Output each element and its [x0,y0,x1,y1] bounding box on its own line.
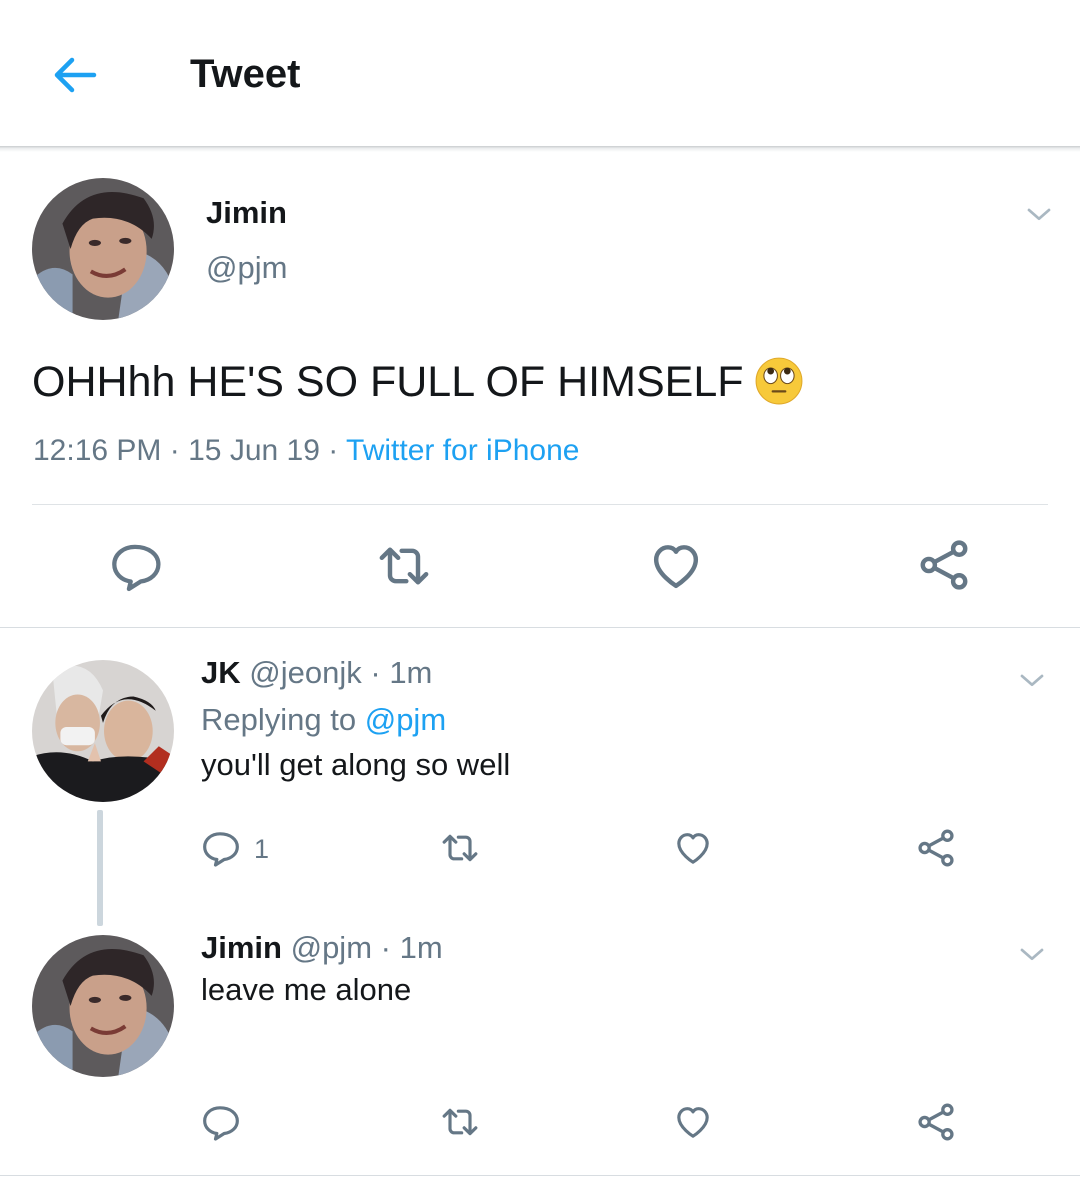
chevron-down-icon [1022,200,1056,230]
meta-separator: · [380,930,391,965]
retweet-button[interactable] [438,1102,482,1142]
section-divider [0,627,1080,628]
face-with-rolling-eyes-icon [754,356,804,406]
reply-button[interactable] [198,828,242,868]
share-button[interactable] [914,1100,958,1144]
thread-connector [97,810,103,926]
author-name[interactable]: Jimin [201,930,282,965]
reply-button[interactable] [198,1102,242,1142]
share-icon [915,827,957,869]
reply-age: 1m [389,655,433,690]
retweet-button[interactable] [438,828,482,868]
author-name[interactable]: Jimin [206,195,287,231]
reply-text: you'll get along so well [201,747,511,782]
retweet-icon [374,538,434,594]
reply-header: JK @jeonjk · 1m [201,655,432,691]
author-handle[interactable]: @pjm [291,930,372,965]
retweet-icon [438,1102,482,1142]
meta-separator: · [169,434,180,467]
tweet-time: 12:16 PM [33,434,162,467]
share-button[interactable] [914,826,958,870]
chevron-down-icon [1015,666,1049,696]
reply-icon [200,1102,240,1142]
avatar[interactable] [32,660,174,802]
divider [32,504,1048,505]
author-handle[interactable]: @jeonjk [249,655,361,690]
section-divider [0,1175,1080,1176]
header-divider [0,146,1080,152]
avatar[interactable] [32,178,174,320]
like-button[interactable] [647,538,705,594]
share-button[interactable] [916,536,972,594]
heart-icon [673,1102,713,1142]
reply-header: Jimin @pjm · 1m [201,930,443,966]
app-header [0,0,1080,148]
avatar[interactable] [32,935,174,1077]
meta-separator: · [370,655,381,690]
reply-icon [200,828,240,868]
chevron-down-icon [1015,940,1049,970]
tweet-text: OHHhh HE'S SO FULL OF HIMSELF [32,358,804,410]
replying-to-label: Replying to [201,702,357,737]
share-icon [915,1101,957,1143]
tweet-date: 15 Jun 19 [188,434,320,467]
tweet-menu-button[interactable] [1019,200,1059,230]
tweet-menu-button[interactable] [1012,666,1052,696]
like-button[interactable] [672,828,714,868]
reply-button[interactable] [106,538,164,594]
author-handle[interactable]: @pjm [206,250,287,286]
reply-count: 1 [254,834,270,864]
tweet-text-content: OHHhh HE'S SO FULL OF HIMSELF [32,358,744,406]
meta-separator: · [328,434,339,467]
reply-icon [108,539,162,593]
retweet-icon [438,828,482,868]
tweet-source-link[interactable]: Twitter for iPhone [346,434,579,467]
heart-icon [648,538,704,594]
reply-text: leave me alone [201,972,412,1007]
back-button[interactable] [46,50,102,100]
like-button[interactable] [672,1102,714,1142]
retweet-button[interactable] [374,538,434,594]
share-icon [916,537,972,593]
page-title: Tweet [190,52,301,96]
reply-age: 1m [399,930,443,965]
arrow-left-icon [54,57,97,93]
replying-to-handle[interactable]: @pjm [365,702,446,737]
tweet-menu-button[interactable] [1012,940,1052,970]
author-name[interactable]: JK [201,655,241,690]
heart-icon [673,828,713,868]
replying-to: Replying to @pjm [201,702,446,738]
tweet-meta: 12:16 PM · 15 Jun 19 · Twitter for iPhon… [33,434,579,468]
